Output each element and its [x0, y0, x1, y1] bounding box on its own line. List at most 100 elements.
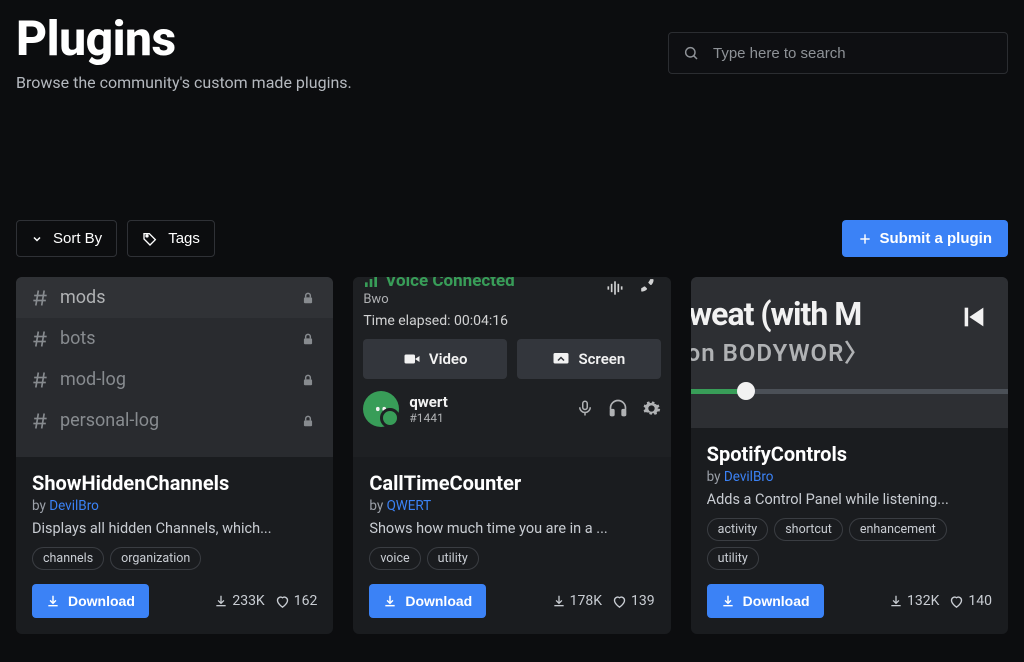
plugin-card[interactable]: weat (with M on BODYWOR〉 SpotifyControls… [691, 277, 1008, 634]
channel-name: mod-log [60, 369, 126, 390]
likes-count: 139 [631, 593, 655, 609]
page-title: Plugins [16, 10, 352, 67]
tags-button[interactable]: Tags [127, 220, 215, 257]
channel-name: mods [60, 287, 106, 308]
plugin-preview: weat (with M on BODYWOR〉 [691, 277, 1008, 428]
plugin-byline: by DevilBro [707, 469, 992, 485]
download-label: Download [68, 593, 135, 609]
noise-icon [605, 278, 625, 298]
plugin-description: Shows how much time you are in a ... [369, 520, 654, 537]
channel-name: personal-log [60, 410, 159, 431]
plugin-description: Displays all hidden Channels, which... [32, 520, 317, 537]
avatar [363, 391, 399, 427]
plus-icon [858, 232, 872, 246]
plugin-title: CallTimeCounter [369, 471, 654, 495]
likes-count: 140 [968, 593, 992, 609]
username: qwert [409, 393, 448, 411]
download-button[interactable]: Download [32, 584, 149, 618]
likes-count: 162 [294, 593, 318, 609]
voice-status: Voice Connected [385, 277, 514, 291]
plugin-tag[interactable]: organization [110, 547, 201, 570]
author-link[interactable]: DevilBro [724, 469, 774, 485]
downloads-count: 178K [570, 593, 602, 609]
plugin-card[interactable]: Voice Connected Bwo Time elapsed: 00:04:… [353, 277, 670, 634]
channel-row: bots [16, 318, 333, 359]
downloads-stat: 233K [214, 593, 264, 609]
search-icon [683, 45, 699, 61]
screen-button: Screen [517, 339, 661, 379]
search-input[interactable] [713, 45, 993, 62]
disconnect-icon [639, 277, 661, 299]
plugin-title: SpotifyControls [707, 442, 992, 466]
plugin-byline: by DevilBro [32, 498, 317, 514]
plugin-tag[interactable]: enhancement [849, 518, 947, 541]
signal-icon [363, 277, 379, 289]
song-artist: on BODYWOR〉 [691, 333, 870, 368]
lock-icon [301, 332, 315, 346]
previous-track-icon [960, 303, 988, 331]
gear-icon [642, 399, 661, 418]
download-icon [214, 594, 228, 608]
plugin-preview: mods bots mod-log [16, 277, 333, 457]
plugin-byline: by QWERT [369, 498, 654, 514]
channel-row: personal-log [16, 400, 333, 441]
headphones-icon [608, 398, 628, 418]
sort-by-button[interactable]: Sort By [16, 220, 117, 257]
author-link[interactable]: DevilBro [49, 498, 99, 514]
screen-label: Screen [578, 350, 625, 368]
discord-icon [370, 398, 392, 420]
hash-icon [30, 288, 50, 308]
video-button: Video [363, 339, 507, 379]
plugin-card[interactable]: mods bots mod-log [16, 277, 333, 634]
tags-label: Tags [168, 230, 200, 247]
channel-name: bots [60, 328, 96, 349]
lock-icon [301, 414, 315, 428]
search-box[interactable] [668, 32, 1008, 74]
heart-icon [275, 594, 290, 609]
lock-icon [301, 291, 315, 305]
downloads-count: 132K [907, 593, 939, 609]
page-subtitle: Browse the community's custom made plugi… [16, 73, 352, 92]
plugin-title: ShowHiddenChannels [32, 471, 317, 495]
progress-knob [737, 382, 755, 400]
mic-icon [576, 399, 594, 417]
user-tag: #1441 [409, 411, 448, 425]
downloads-stat: 132K [889, 593, 939, 609]
chevron-down-icon [31, 233, 43, 245]
submit-plugin-label: Submit a plugin [880, 230, 993, 247]
download-label: Download [405, 593, 472, 609]
hash-icon [30, 411, 50, 431]
plugin-description: Adds a Control Panel while listening... [707, 491, 992, 508]
screen-icon [552, 350, 570, 368]
download-icon [552, 594, 566, 608]
video-label: Video [429, 350, 468, 368]
time-elapsed: Time elapsed: 00:04:16 [363, 313, 514, 329]
download-icon [721, 594, 735, 608]
plugin-tag[interactable]: shortcut [774, 518, 843, 541]
tag-icon [142, 231, 158, 247]
plugin-tag[interactable]: utility [707, 547, 759, 570]
likes-stat: 140 [949, 593, 992, 609]
channel-row: mod-log [16, 359, 333, 400]
plugin-tag[interactable]: channels [32, 547, 104, 570]
lock-icon [301, 373, 315, 387]
video-icon [403, 350, 421, 368]
author-link[interactable]: QWERT [387, 498, 432, 514]
voice-server: Bwo [363, 292, 514, 307]
downloads-stat: 178K [552, 593, 602, 609]
plugin-tag[interactable]: utility [427, 547, 479, 570]
channel-row: mods [16, 277, 333, 318]
plugin-tag[interactable]: voice [369, 547, 420, 570]
likes-stat: 162 [275, 593, 318, 609]
download-icon [383, 594, 397, 608]
plugin-preview: Voice Connected Bwo Time elapsed: 00:04:… [353, 277, 670, 457]
hash-icon [30, 329, 50, 349]
plugin-tag[interactable]: activity [707, 518, 769, 541]
sort-by-label: Sort By [53, 230, 102, 247]
download-button[interactable]: Download [369, 584, 486, 618]
download-button[interactable]: Download [707, 584, 824, 618]
hash-icon [30, 370, 50, 390]
heart-icon [949, 594, 964, 609]
song-title: weat (with M [691, 295, 862, 333]
submit-plugin-button[interactable]: Submit a plugin [842, 220, 1009, 257]
